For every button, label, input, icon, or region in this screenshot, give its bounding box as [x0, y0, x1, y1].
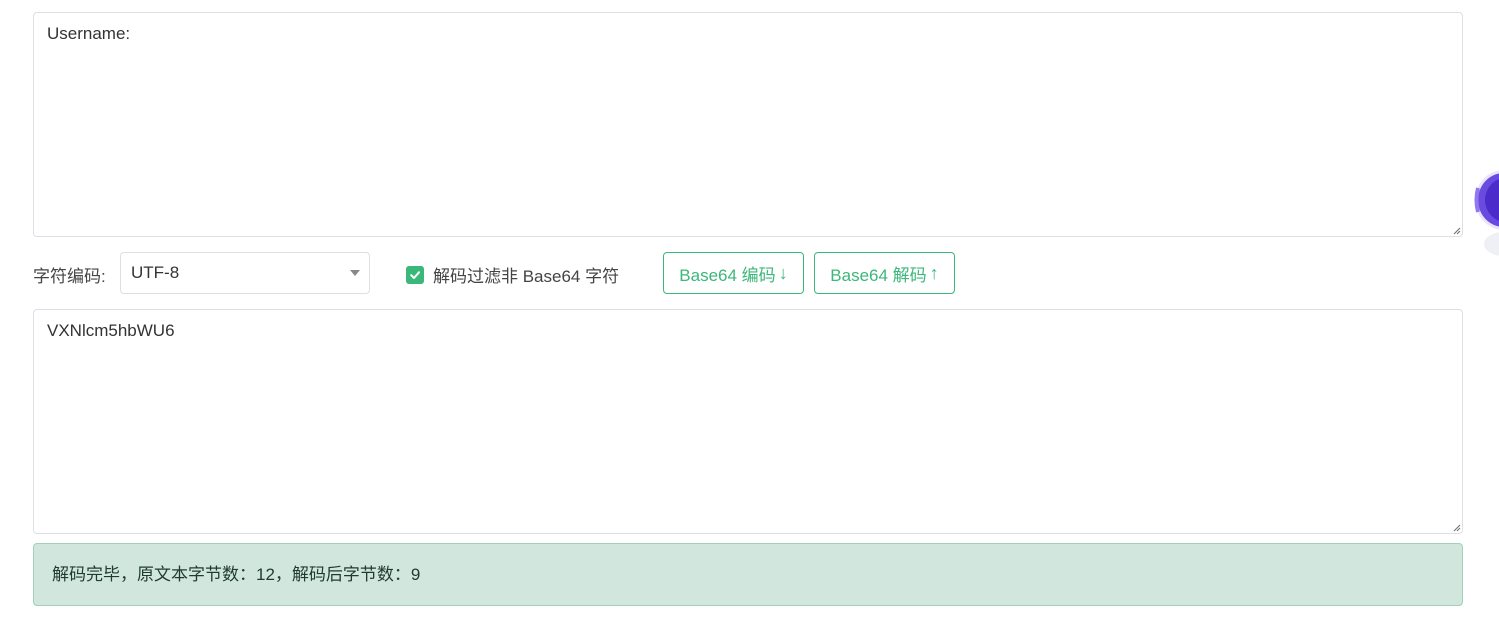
caret-down-icon [350, 270, 360, 276]
base64-tool: Username: 字符编码: UTF-8 解码过滤非 Base64 字符 Ba… [0, 0, 1499, 628]
base64-decode-button[interactable]: Base64 解码 ↑ [814, 252, 955, 294]
filter-non-base64-checkbox[interactable]: 解码过滤非 Base64 字符 [406, 262, 619, 287]
toolbar: 字符编码: UTF-8 解码过滤非 Base64 字符 Base64 编码 ↓ … [33, 252, 1463, 294]
encoding-select[interactable]: UTF-8 [120, 252, 370, 294]
filter-checkbox-label: 解码过滤非 Base64 字符 [433, 267, 620, 286]
arrow-up-icon: ↑ [929, 262, 939, 283]
arrow-down-icon: ↓ [778, 262, 788, 283]
encoding-selected-value: UTF-8 [131, 263, 180, 282]
status-alert: 解码完毕，原文本字节数：12，解码后字节数：9 [33, 543, 1463, 606]
check-icon[interactable] [406, 265, 424, 284]
assistant-robot-icon[interactable] [1474, 160, 1499, 270]
source-text-input[interactable]: Username: [33, 12, 1463, 237]
decode-button-label: Base64 解码 [830, 265, 927, 285]
base64-encode-button[interactable]: Base64 编码 ↓ [663, 252, 804, 294]
encoding-label: 字符编码: [33, 267, 106, 286]
encode-button-label: Base64 编码 [679, 265, 776, 285]
status-message: 解码完毕，原文本字节数：12，解码后字节数：9 [52, 565, 421, 584]
result-text-output[interactable]: VXNlcm5hbWU6 [33, 309, 1463, 534]
